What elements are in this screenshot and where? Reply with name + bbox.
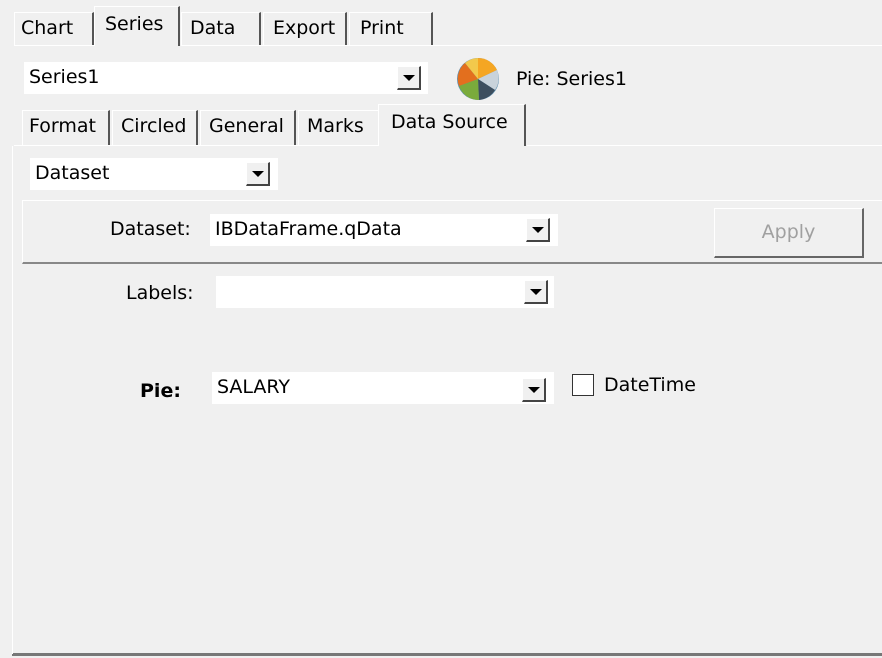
pie-chart-icon: [457, 57, 499, 101]
chevron-down-icon[interactable]: [524, 280, 548, 304]
tab-strip-line: [14, 45, 94, 46]
main-tab-strip: Chart Series Data Export Print: [0, 0, 882, 46]
panel-left-border: [12, 146, 13, 654]
pie-value-select[interactable]: SALARY: [212, 372, 554, 404]
chevron-down-icon[interactable]: [526, 218, 550, 242]
tab-circled[interactable]: Circled: [112, 110, 198, 146]
tab-export[interactable]: Export: [263, 12, 347, 46]
tab-marks[interactable]: Marks: [298, 110, 378, 146]
chevron-down-icon[interactable]: [246, 162, 270, 186]
apply-button[interactable]: Apply: [714, 208, 864, 258]
tab-general[interactable]: General: [200, 110, 296, 146]
tab-data[interactable]: Data: [181, 12, 261, 46]
tab-strip-line-right: [182, 45, 882, 46]
tab-data-source[interactable]: Data Source: [378, 104, 526, 146]
tab-print[interactable]: Print: [349, 12, 433, 46]
labels-label: Labels:: [126, 282, 194, 304]
dataset-label: Dataset:: [110, 218, 191, 240]
chevron-down-icon[interactable]: [522, 378, 546, 402]
subtab-line-right: [527, 145, 882, 146]
panel-bottom-border: [12, 653, 882, 656]
labels-select[interactable]: [216, 276, 554, 308]
tab-chart[interactable]: Chart: [14, 12, 94, 46]
source-type-select[interactable]: Dataset: [30, 158, 278, 190]
datetime-checkbox[interactable]: [572, 374, 594, 396]
dataset-select[interactable]: IBDataFrame.qData: [210, 214, 558, 246]
chevron-down-icon[interactable]: [397, 66, 421, 90]
series-select[interactable]: Series1: [24, 62, 428, 94]
subtab-line: [14, 145, 378, 146]
tab-series[interactable]: Series: [94, 6, 180, 46]
pie-label: Pie:: [140, 380, 181, 402]
datetime-label: DateTime: [604, 374, 696, 396]
series-info-label: Pie: Series1: [516, 68, 627, 90]
tab-format[interactable]: Format: [22, 110, 110, 146]
